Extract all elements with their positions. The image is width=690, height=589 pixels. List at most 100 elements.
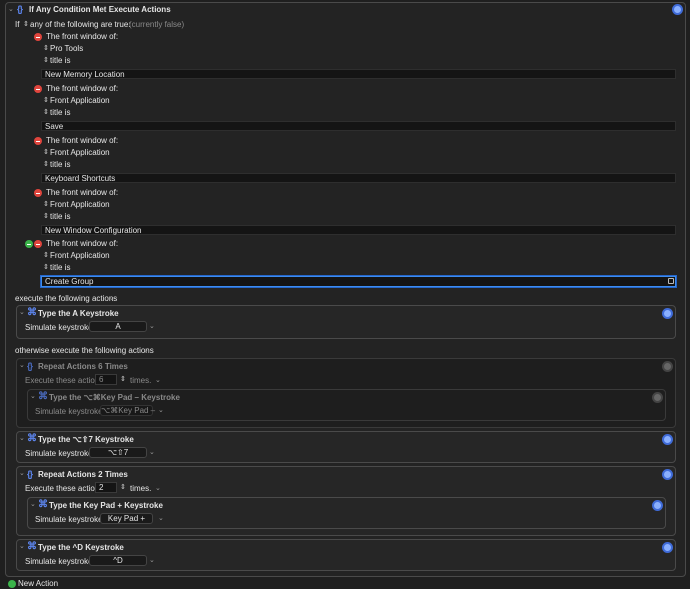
collapse-chevron-icon[interactable]: ⌄ <box>19 542 25 552</box>
condition-value-field[interactable]: Keyboard Shortcuts <box>41 173 676 183</box>
repeat-count-field[interactable]: 2 <box>95 482 117 493</box>
simulate-label: Simulate keystroke: <box>25 557 95 566</box>
condition-app-popup[interactable]: Front Application <box>50 200 110 210</box>
times-label: times. <box>130 376 152 385</box>
condition-app-popup[interactable]: Front Application <box>50 96 110 106</box>
if-then-else-icon: {} <box>17 4 23 14</box>
condition-value-field[interactable]: New Window Configuration <box>41 225 676 235</box>
keystroke-command-icon: ⌘ <box>38 391 48 402</box>
gear-icon[interactable] <box>652 392 663 403</box>
condition-comparator-popup[interactable]: title is <box>50 56 70 66</box>
keystroke-command-icon: ⌘ <box>27 541 37 552</box>
gear-icon[interactable] <box>662 542 673 553</box>
times-label: times. <box>130 484 152 493</box>
execute-these-label: Execute these actions <box>25 484 104 493</box>
remove-condition-icon[interactable] <box>34 85 42 93</box>
app-popup-arrows-icon[interactable]: ⇕ <box>43 200 49 210</box>
condition-app-popup[interactable]: Front Application <box>50 251 110 261</box>
otherwise-chevron-icon[interactable]: ⌄ <box>143 346 149 356</box>
add-condition-icon[interactable] <box>25 240 33 248</box>
action-title[interactable]: Type the ^D Keystroke <box>38 543 124 553</box>
remove-condition-icon[interactable] <box>34 137 42 145</box>
collapse-chevron-icon[interactable]: ⌄ <box>30 500 36 510</box>
gear-icon[interactable] <box>662 308 673 319</box>
condition-header: The front window of: <box>46 239 119 248</box>
condition-comparator-popup[interactable]: title is <box>50 108 70 118</box>
repeat-count-stepper-icon[interactable]: ⇕ <box>120 483 126 493</box>
app-popup-arrows-icon[interactable]: ⇕ <box>43 251 49 261</box>
repeat-count-stepper-icon[interactable]: ⇕ <box>120 375 126 385</box>
field-expand-icon[interactable] <box>668 278 674 284</box>
keystroke-field[interactable]: ⌥⇧7 <box>89 447 147 458</box>
action-title[interactable]: Repeat Actions 6 Times <box>38 362 128 372</box>
condition-value-field[interactable]: New Memory Location <box>41 69 676 79</box>
comparator-popup-arrows-icon[interactable]: ⇕ <box>43 108 49 118</box>
times-chevron-icon[interactable]: ⌄ <box>155 484 161 494</box>
mode-popup-arrows-icon[interactable]: ⇕ <box>23 20 29 30</box>
comparator-popup-arrows-icon[interactable]: ⇕ <box>43 56 49 66</box>
comparator-popup-arrows-icon[interactable]: ⇕ <box>43 212 49 222</box>
comparator-popup-arrows-icon[interactable]: ⇕ <box>43 263 49 273</box>
repeat-count-field[interactable]: 6 <box>95 374 117 385</box>
condition-comparator-popup[interactable]: title is <box>50 160 70 170</box>
new-action-label[interactable]: New Action <box>18 579 58 589</box>
gear-icon[interactable] <box>662 434 673 445</box>
app-popup-arrows-icon[interactable]: ⇕ <box>43 44 49 54</box>
condition-app-popup[interactable]: Pro Tools <box>50 44 83 54</box>
collapse-chevron-icon[interactable]: ⌄ <box>19 434 25 444</box>
keystroke-field[interactable]: Key Pad + <box>100 513 153 524</box>
collapse-chevron-icon[interactable]: ⌄ <box>19 308 25 318</box>
keystroke-command-icon: ⌘ <box>27 307 37 318</box>
gear-icon[interactable] <box>672 4 683 15</box>
action-title[interactable]: Type the Key Pad + Keystroke <box>49 501 163 511</box>
comparator-popup-arrows-icon[interactable]: ⇕ <box>43 160 49 170</box>
keystroke-chevron-icon[interactable]: ⌄ <box>158 406 164 416</box>
keystroke-command-icon: ⌘ <box>38 499 48 510</box>
repeat-icon: {} <box>27 361 33 371</box>
remove-condition-icon[interactable] <box>34 240 42 248</box>
keystroke-chevron-icon[interactable]: ⌄ <box>149 556 155 566</box>
execute-chevron-icon[interactable]: ⌄ <box>109 294 115 304</box>
condition-value-field-focused[interactable]: Create Group <box>41 276 676 287</box>
simulate-label: Simulate keystroke: <box>25 449 95 458</box>
keystroke-field[interactable]: ^D <box>89 555 147 566</box>
action-title[interactable]: If Any Condition Met Execute Actions <box>29 5 171 15</box>
collapse-chevron-icon[interactable]: ⌄ <box>8 5 14 15</box>
keystroke-chevron-icon[interactable]: ⌄ <box>149 322 155 332</box>
action-title[interactable]: Repeat Actions 2 Times <box>38 470 128 480</box>
gear-icon[interactable] <box>662 469 673 480</box>
new-action-plus-icon[interactable] <box>8 580 16 588</box>
collapse-chevron-icon[interactable]: ⌄ <box>19 361 25 371</box>
condition-comparator-popup[interactable]: title is <box>50 212 70 222</box>
keystroke-field[interactable]: ⌥⌘Key Pad – <box>100 405 155 416</box>
repeat-icon: {} <box>27 469 33 479</box>
times-chevron-icon[interactable]: ⌄ <box>155 376 161 386</box>
remove-condition-icon[interactable] <box>34 189 42 197</box>
execute-these-label: Execute these actions <box>25 376 104 385</box>
condition-header: The front window of: <box>46 32 119 41</box>
condition-mode-popup[interactable]: any of the following are true: <box>30 20 131 30</box>
action-title[interactable]: Type the ⌥⌘Key Pad – Keystroke <box>49 393 180 403</box>
remove-condition-icon[interactable] <box>34 33 42 41</box>
collapse-chevron-icon[interactable]: ⌄ <box>30 392 36 402</box>
condition-header: The front window of: <box>46 84 119 93</box>
app-popup-arrows-icon[interactable]: ⇕ <box>43 96 49 106</box>
condition-app-popup[interactable]: Front Application <box>50 148 110 158</box>
otherwise-label: otherwise execute the following actions <box>15 346 154 355</box>
condition-value-field[interactable]: Save <box>41 121 676 131</box>
action-title[interactable]: Type the A Keystroke <box>38 309 119 319</box>
keystroke-chevron-icon[interactable]: ⌄ <box>149 448 155 458</box>
action-title[interactable]: Type the ⌥⇧7 Keystroke <box>38 435 134 445</box>
gear-icon[interactable] <box>652 500 663 511</box>
gear-icon[interactable] <box>662 361 673 372</box>
condition-state: (currently false) <box>129 20 185 29</box>
keystroke-field[interactable]: A <box>89 321 147 332</box>
collapse-chevron-icon[interactable]: ⌄ <box>19 469 25 479</box>
app-popup-arrows-icon[interactable]: ⇕ <box>43 148 49 158</box>
simulate-label: Simulate keystroke: <box>25 323 95 332</box>
simulate-label: Simulate keystroke: <box>35 515 105 524</box>
condition-header: The front window of: <box>46 188 119 197</box>
keystroke-chevron-icon[interactable]: ⌄ <box>158 514 164 524</box>
condition-comparator-popup[interactable]: title is <box>50 263 70 273</box>
keystroke-command-icon: ⌘ <box>27 433 37 444</box>
